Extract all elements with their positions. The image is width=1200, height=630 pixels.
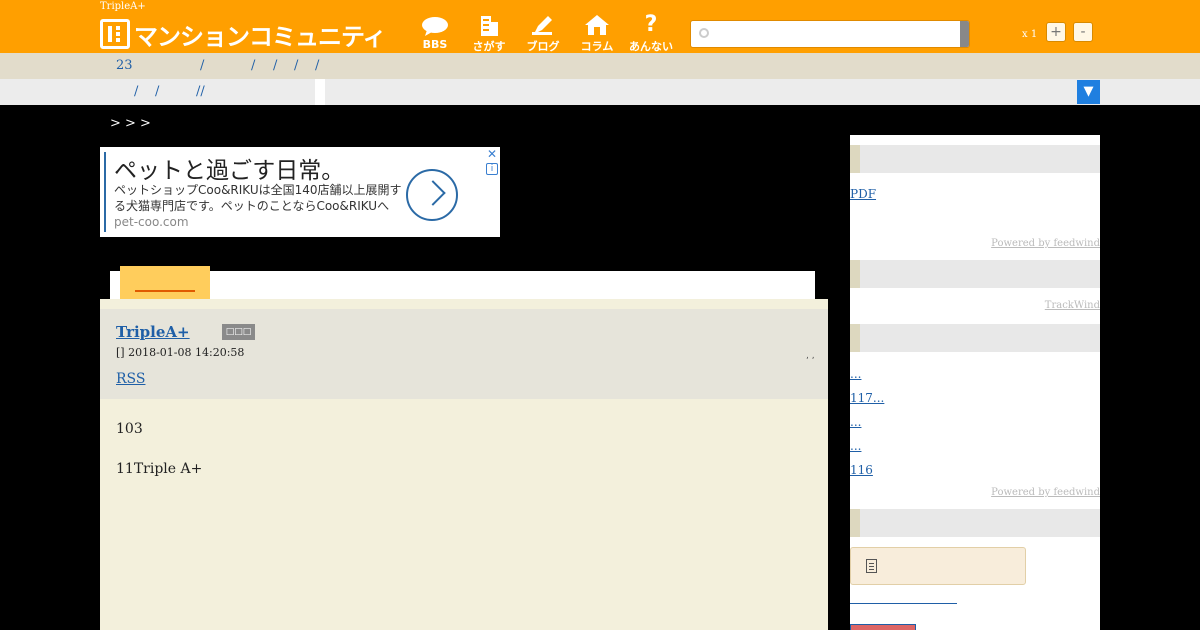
breadcrumb-separator: / bbox=[273, 58, 278, 73]
post-header: TripleA+ □□□ [] 2018-01-08 14:20:58 RSS … bbox=[100, 309, 828, 399]
sidebar-link[interactable]: 117... bbox=[850, 391, 919, 405]
breadcrumb-separator: / bbox=[155, 84, 160, 99]
nav-search[interactable]: さがす bbox=[462, 14, 516, 54]
breadcrumb-separator: / bbox=[315, 58, 320, 73]
status-badge: □□□ bbox=[222, 324, 255, 340]
sidebar-heading bbox=[850, 324, 1100, 352]
document-icon bbox=[866, 559, 877, 573]
building-logo-icon bbox=[100, 19, 130, 49]
sidebar-link[interactable]: ... bbox=[850, 439, 911, 453]
document-button[interactable] bbox=[850, 547, 1026, 585]
nav-blog[interactable]: ブログ bbox=[516, 14, 570, 54]
site-logo[interactable]: マンションコミュニティ bbox=[100, 18, 387, 51]
site-header: TripleA+ マンションコミュニティ BBS さがす ブログ コラム ? あ… bbox=[0, 0, 1200, 53]
sidebar-link-underline[interactable] bbox=[850, 603, 957, 604]
ad-body[interactable]: ペットショップCoo&RIKUは全国140店舗以上展開する犬猫専門店です。ペット… bbox=[114, 182, 404, 230]
sidebar-heading bbox=[850, 145, 1100, 173]
zoom-out-button[interactable]: - bbox=[1073, 22, 1093, 42]
house-icon bbox=[585, 15, 609, 35]
logo-text: マンションコミュニティ bbox=[134, 22, 387, 51]
sidebar-heading bbox=[850, 260, 1100, 288]
breadcrumb-separator: / bbox=[294, 58, 299, 73]
tab-bar bbox=[110, 271, 815, 299]
powered-by-link[interactable]: Powered by feedwind bbox=[991, 487, 1100, 498]
nav-label: BBS bbox=[422, 38, 448, 51]
ad-domain: pet-coo.com bbox=[114, 215, 189, 229]
zoom-level: x 1 bbox=[1022, 29, 1038, 40]
nav-guide[interactable]: ? あんない bbox=[624, 14, 678, 54]
sidebar: PDF Powered by feedwind TrackWind ... 11… bbox=[850, 135, 1100, 630]
category-dropdown-button[interactable]: ▼ bbox=[1077, 80, 1100, 104]
nav-label: ブログ bbox=[526, 40, 560, 53]
search-input[interactable] bbox=[690, 20, 970, 48]
breadcrumb-secondary: / / // bbox=[0, 79, 1200, 105]
breadcrumb-primary: 23 / / / / / bbox=[0, 53, 1200, 79]
ad-headline[interactable]: ペットと過ごす日常。 bbox=[114, 151, 344, 185]
chevron-right-icon bbox=[420, 180, 446, 206]
ad-open-button[interactable] bbox=[406, 169, 458, 221]
ad-accent-rule bbox=[104, 152, 106, 232]
post-panel: TripleA+ □□□ [] 2018-01-08 14:20:58 RSS … bbox=[100, 299, 828, 630]
trackwind-link[interactable]: TrackWind bbox=[1045, 300, 1100, 311]
breadcrumb-divider bbox=[315, 79, 325, 105]
search-button[interactable] bbox=[960, 21, 969, 47]
search-icon bbox=[699, 28, 709, 38]
poster-name-link[interactable]: TripleA+ bbox=[116, 323, 190, 341]
breadcrumb-item[interactable]: 23 bbox=[116, 58, 133, 73]
rss-link[interactable]: RSS bbox=[116, 371, 145, 387]
zoom-in-button[interactable]: + bbox=[1046, 22, 1066, 42]
post-marks: , , bbox=[806, 351, 815, 361]
post-body: 103 11Triple A+ bbox=[116, 409, 202, 489]
main-nav: BBS さがす ブログ コラム ? あんない bbox=[408, 14, 678, 54]
powered-by-link[interactable]: Powered by feedwind bbox=[991, 238, 1100, 249]
nav-label: さがす bbox=[472, 40, 506, 53]
nav-column[interactable]: コラム bbox=[570, 14, 624, 54]
tab-underline bbox=[135, 290, 195, 292]
tab-active[interactable] bbox=[120, 266, 210, 299]
post-line: 103 bbox=[116, 421, 143, 437]
ad-info-icon[interactable]: i bbox=[486, 163, 498, 175]
building-icon bbox=[481, 16, 498, 36]
nav-label: コラム bbox=[580, 40, 614, 53]
pen-icon bbox=[532, 16, 552, 35]
breadcrumb-separator: / bbox=[251, 58, 256, 73]
site-tagline: TripleA+ bbox=[100, 1, 146, 12]
advertisement[interactable]: ペットと過ごす日常。 ペットショップCoo&RIKUは全国140店舗以上展開する… bbox=[100, 147, 500, 237]
question-icon: ? bbox=[644, 12, 658, 37]
nav-bbs[interactable]: BBS bbox=[408, 14, 462, 54]
sidebar-link[interactable]: 116 bbox=[850, 463, 886, 477]
nav-label: あんない bbox=[629, 40, 673, 53]
sidebar-link[interactable]: ... bbox=[850, 415, 896, 429]
breadcrumb-separator: / bbox=[134, 84, 139, 99]
sidebar-link[interactable]: ... bbox=[850, 367, 896, 381]
ad-close-icon[interactable]: ✕ bbox=[486, 148, 498, 160]
sidebar-heading bbox=[850, 509, 1100, 537]
post-line: 11Triple A+ bbox=[116, 461, 203, 477]
topic-path: > > > bbox=[110, 116, 151, 131]
breadcrumb-separator: / bbox=[200, 58, 205, 73]
post-date: [] 2018-01-08 14:20:58 bbox=[116, 346, 245, 359]
sidebar-banner[interactable] bbox=[850, 624, 916, 630]
breadcrumb-separator: // bbox=[196, 84, 205, 99]
pdf-link[interactable]: PDF bbox=[850, 187, 876, 201]
bbs-icon bbox=[422, 17, 448, 36]
ad-body-text: ペットショップCoo&RIKUは全国140店舗以上展開する犬猫専門店です。ペット… bbox=[114, 183, 402, 213]
